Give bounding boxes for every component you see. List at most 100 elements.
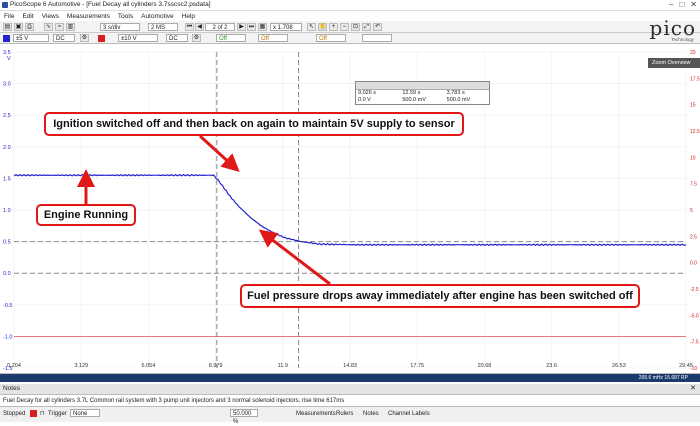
x-tick-label: 0.204 [7, 363, 21, 369]
pico-logo-subtitle: Technology [671, 37, 694, 42]
status-bar: Stopped ⊓ Trigger None 50.000 % Measurem… [0, 407, 700, 425]
ruler-cell: 500.0 mV [402, 97, 426, 103]
run-state: Stopped [3, 411, 26, 417]
stop-button[interactable] [30, 410, 37, 417]
y-tick-label-left: 3.0 [3, 82, 11, 88]
y-tick-label-left: 0.5 [3, 240, 11, 246]
ruler-cell: 3.783 s [446, 90, 465, 96]
menu-edit[interactable]: Edit [22, 13, 33, 20]
ruler-table: 9.026 s 12.59 s 3.783 s 0.0 V 500.0 mV 5… [355, 81, 490, 105]
channel-b-options-icon[interactable]: ⚙ [192, 34, 201, 42]
y-unit-label: V [7, 56, 11, 62]
y-tick-label-right: 17.5 [690, 76, 700, 82]
trigger-icon: ⊓ [40, 411, 45, 417]
x-tick-label: 11.9 [278, 363, 288, 369]
y-tick-label-right: 7.5 [690, 182, 697, 188]
ruler-cell: 12.59 s [402, 90, 421, 96]
pointer-tool-icon[interactable]: ↖ [307, 23, 316, 31]
pre-trigger-percent[interactable]: 50.000 % [230, 409, 258, 425]
channel-a-coupling[interactable]: DC [53, 34, 75, 42]
y-tick-label-right: 20 [690, 50, 696, 56]
menu-help[interactable]: Help [182, 13, 195, 20]
toolbar-channels: ±5 V DC ⚙ ±10 V DC ⚙ Off Off Off [0, 33, 700, 44]
axis-bar: 265.6 mHz 15.687 RP [0, 374, 700, 382]
y-tick-label-left: -1.0 [3, 334, 12, 340]
channel-c-filter[interactable]: Off [216, 34, 246, 42]
ruler-row-volts: 0.0 V 500.0 mV 500.0 mV [356, 97, 489, 104]
x-tick-label: 29.45 [679, 363, 693, 369]
menu-bar: File Edit Views Measurements Tools Autom… [0, 11, 700, 21]
zoom-level[interactable]: x 1.708 [270, 23, 302, 31]
save-icon[interactable]: ▣ [14, 23, 23, 31]
callout-ignition: Ignition switched off and then back on a… [44, 112, 464, 136]
buffer-position[interactable]: 2 of 2 [205, 23, 235, 31]
zoom-out-icon[interactable]: − [340, 23, 349, 31]
menu-tools[interactable]: Tools [118, 13, 133, 20]
zoom-region-icon[interactable]: ⊡ [351, 23, 360, 31]
ruler-row-time: 9.026 s 12.59 s 3.783 s [356, 90, 489, 97]
callout-fuel-pressure: Fuel pressure drops away immediately aft… [240, 284, 640, 308]
rulers-button[interactable]: Rulers [336, 409, 353, 419]
channel-b-range[interactable]: ±10 V [118, 34, 158, 42]
y-tick-label-right: 12.5 [690, 129, 700, 135]
channel-a-range[interactable]: ±5 V [13, 34, 49, 42]
y-tick-label-right: 0.0 [690, 261, 697, 267]
maximize-button[interactable]: □ [679, 0, 684, 9]
y-tick-label-left: 1.5 [3, 176, 11, 182]
app-icon [2, 2, 8, 8]
channel-d-filter[interactable]: Off [258, 34, 288, 42]
print-icon[interactable]: ⎙ [25, 23, 34, 31]
zoom-overview-button[interactable]: Zoom Overview [648, 58, 700, 68]
menu-views[interactable]: Views [42, 13, 59, 20]
y-tick-label-left: 1.0 [3, 208, 11, 214]
samples-select[interactable]: 2 MS [148, 23, 178, 31]
first-buffer-icon[interactable]: ⏮ [185, 23, 194, 31]
y-tick-label-right: -5.0 [690, 313, 699, 319]
zoom-in-icon[interactable]: + [329, 23, 338, 31]
y-tick-label-right: -2.5 [690, 287, 699, 293]
scope-plot[interactable]: 3.5 3.0 2.5 2.0 1.5 1.0 0.5 0.0 -0.5 -1.0 -1.5 V 20… [0, 44, 700, 374]
x-tick-label: 6.054 [142, 363, 156, 369]
hand-tool-icon[interactable]: ✋ [318, 23, 327, 31]
minimize-button[interactable]: – [669, 0, 673, 9]
ruler-cell: 500.0 mV [446, 97, 471, 103]
persistence-icon[interactable]: ≈ [55, 23, 64, 31]
window-title: PicoScope 6 Automotive - [Fuel Decay all… [10, 1, 211, 8]
notes-header: Notes ✕ [0, 384, 700, 395]
x-tick-label: 14.83 [343, 363, 357, 369]
last-buffer-icon[interactable]: ⏭ [247, 23, 256, 31]
trigger-mode-select[interactable]: None [70, 409, 100, 417]
toolbar-timebase: ▤ ▣ ⎙ ∿ ≈ ▥ 3 s/div 2 MS ⏮ ◀ 2 of 2 ▶ ⏭ … [0, 21, 700, 33]
open-icon[interactable]: ▤ [3, 23, 12, 31]
channel-b-color-icon [98, 35, 105, 42]
notes-close-icon[interactable]: ✕ [690, 384, 696, 392]
close-button[interactable]: ✕ [690, 0, 697, 9]
x-tick-label: 8.979 [209, 363, 223, 369]
trigger-level[interactable]: Off [316, 34, 346, 42]
scope-mode-icon[interactable]: ∿ [44, 23, 53, 31]
x-tick-label: 20.68 [478, 363, 492, 369]
frequency-readout: 265.6 mHz 15.687 RP [638, 375, 688, 381]
menu-measurements[interactable]: Measurements [67, 13, 110, 20]
timebase-select[interactable]: 3 s/div [100, 23, 140, 31]
aux-select[interactable] [362, 34, 392, 42]
measurements-button[interactable]: Measurements [296, 409, 336, 419]
notes-title: Notes [3, 385, 20, 392]
y-axis-right: 2017.51512.5107.552.50.0-2.5-5.0-7.5-10 [690, 50, 700, 372]
buffer-overview-icon[interactable]: ▦ [258, 23, 267, 31]
undo-zoom-icon[interactable]: ↶ [373, 23, 382, 31]
notes-button[interactable]: Notes [363, 409, 379, 419]
y-axis-left: 3.53.02.52.01.51.00.50.0-0.5-1.0-1.5V [3, 50, 12, 372]
spectrum-icon[interactable]: ▥ [66, 23, 75, 31]
channel-labels-button[interactable]: Channel Labels [388, 409, 430, 419]
notes-text[interactable]: Fuel Decay for all cylinders 3.7L Common… [0, 395, 700, 407]
menu-automotive[interactable]: Automotive [141, 13, 174, 20]
channel-a-options-icon[interactable]: ⚙ [80, 34, 89, 42]
next-buffer-icon[interactable]: ▶ [237, 23, 246, 31]
y-tick-label-right: 15 [690, 103, 696, 109]
menu-file[interactable]: File [4, 13, 14, 20]
zoom-fit-icon[interactable]: ⤢ [362, 23, 371, 31]
prev-buffer-icon[interactable]: ◀ [195, 23, 204, 31]
x-tick-label: 26.53 [612, 363, 626, 369]
channel-b-coupling[interactable]: DC [166, 34, 188, 42]
